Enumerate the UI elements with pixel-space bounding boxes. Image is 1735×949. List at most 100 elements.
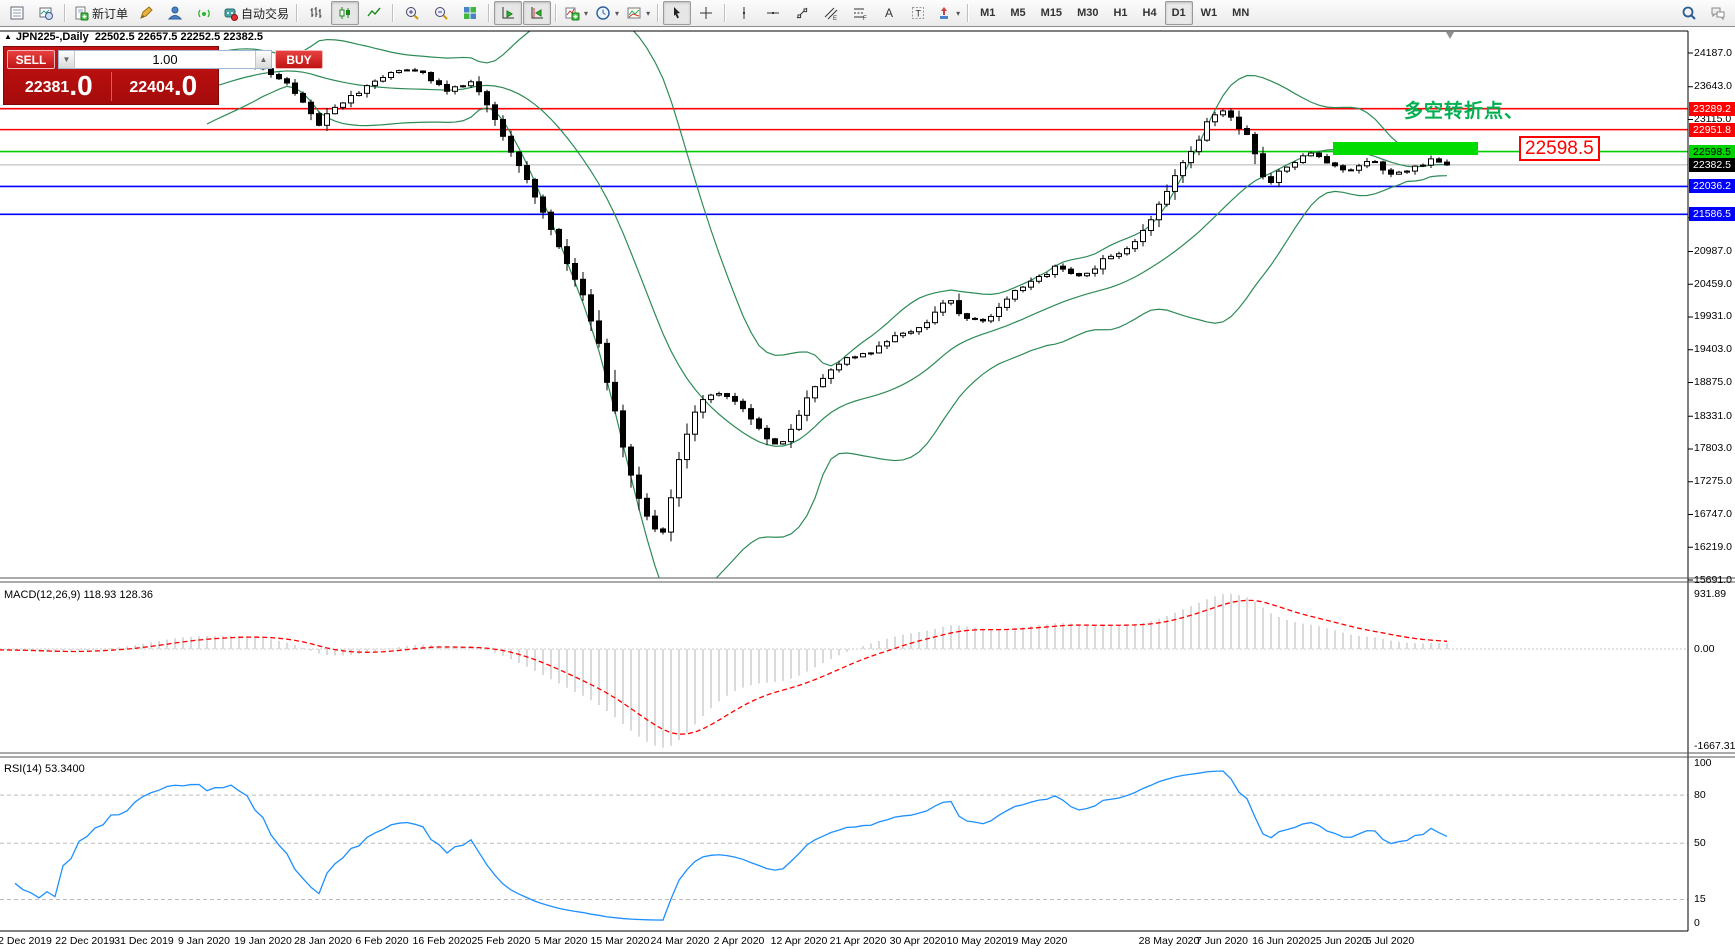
fibonacci-icon: F bbox=[852, 5, 868, 21]
chart-ohlc-values: 22502.5 22657.5 22252.5 22382.5 bbox=[95, 31, 263, 43]
auto-scroll-button[interactable] bbox=[494, 1, 522, 25]
rsi-indicator-label: RSI(14) 53.3400 bbox=[4, 763, 85, 775]
date-label: 6 Feb 2020 bbox=[355, 935, 408, 947]
price-axis-tick: 24187.0 bbox=[1694, 47, 1732, 59]
indicators-button[interactable]: ▾ bbox=[561, 1, 591, 25]
timeframe-button-M15[interactable]: M15 bbox=[1034, 1, 1069, 25]
arrows-button[interactable]: ▾ bbox=[933, 1, 963, 25]
periods-button[interactable]: ▾ bbox=[592, 1, 622, 25]
text-button[interactable]: A bbox=[875, 1, 903, 25]
chevron-down-icon: ▾ bbox=[584, 9, 588, 18]
date-label: 7 Jun 2020 bbox=[1196, 935, 1248, 947]
volume-increase-button[interactable]: ▲ bbox=[255, 51, 271, 68]
date-label: 15 Mar 2020 bbox=[591, 935, 650, 947]
templates-button[interactable]: ▾ bbox=[623, 1, 653, 25]
trendline-button[interactable] bbox=[788, 1, 816, 25]
price-line-badge: 23289.2 bbox=[1689, 102, 1735, 116]
date-label: 24 Mar 2020 bbox=[651, 935, 710, 947]
autotrading-button[interactable]: 自动交易 bbox=[219, 1, 292, 25]
equidistant-channel-icon: E bbox=[823, 5, 839, 21]
equidistant-channel-button[interactable]: E bbox=[817, 1, 845, 25]
svg-text:T: T bbox=[916, 9, 922, 19]
text-icon: A bbox=[881, 5, 897, 21]
timeframe-button-H1[interactable]: H1 bbox=[1106, 1, 1134, 25]
market-icon bbox=[167, 5, 183, 21]
price-axis-tick: 16219.0 bbox=[1694, 541, 1732, 553]
timeframe-button-D1[interactable]: D1 bbox=[1165, 1, 1193, 25]
fibonacci-button[interactable]: F bbox=[846, 1, 874, 25]
price-line-badge: 22951.8 bbox=[1689, 123, 1735, 137]
price-axis-tick: 23643.0 bbox=[1694, 80, 1732, 92]
chart-shift-icon bbox=[529, 5, 545, 21]
crosshair-button[interactable] bbox=[692, 1, 720, 25]
macd-axis-label: 0.00 bbox=[1694, 643, 1714, 655]
candles-chart-button[interactable] bbox=[331, 1, 359, 25]
zoom-in-button[interactable] bbox=[398, 1, 426, 25]
timeframe-button-M5[interactable]: M5 bbox=[1003, 1, 1032, 25]
new-order-icon bbox=[73, 5, 89, 21]
rsi-axis-label: 80 bbox=[1694, 789, 1706, 801]
price-axis-tick: 18875.0 bbox=[1694, 376, 1732, 388]
timeframe-button-W1[interactable]: W1 bbox=[1194, 1, 1225, 25]
toolbar-separator bbox=[296, 4, 298, 22]
rsi-axis-label: 50 bbox=[1694, 837, 1706, 849]
metaeditor-button[interactable] bbox=[132, 1, 160, 25]
bars-chart-button[interactable] bbox=[302, 1, 330, 25]
data-window-button[interactable] bbox=[3, 1, 31, 25]
green-zone-rectangle[interactable] bbox=[1333, 142, 1478, 155]
sell-button[interactable]: SELL bbox=[7, 50, 55, 69]
text-label-button[interactable]: T bbox=[904, 1, 932, 25]
candles-chart-icon bbox=[337, 5, 353, 21]
chart-shift-button[interactable] bbox=[523, 1, 551, 25]
line-chart-icon bbox=[366, 5, 382, 21]
toolbar-separator bbox=[392, 4, 394, 22]
volume-decrease-button[interactable]: ▼ bbox=[59, 51, 75, 68]
timeframe-button-H4[interactable]: H4 bbox=[1136, 1, 1164, 25]
timeframe-button-M1[interactable]: M1 bbox=[973, 1, 1002, 25]
date-label: 31 Dec 2019 bbox=[114, 935, 174, 947]
rsi-axis-label: 0 bbox=[1694, 917, 1700, 929]
date-label: 22 Dec 2019 bbox=[55, 935, 115, 947]
chevron-down-icon: ▾ bbox=[615, 9, 619, 18]
signals-button[interactable] bbox=[190, 1, 218, 25]
timeframe-button-MN[interactable]: MN bbox=[1225, 1, 1256, 25]
buy-button[interactable]: BUY bbox=[275, 50, 323, 69]
chart-symbol-label: JPN225-,Daily bbox=[16, 31, 89, 43]
price-axis-tick: 16747.0 bbox=[1694, 508, 1732, 520]
chat-button[interactable] bbox=[1704, 1, 1732, 25]
ask-price-fraction: .0 bbox=[174, 72, 197, 100]
cursor-button[interactable] bbox=[663, 1, 691, 25]
strategy-tester-button[interactable] bbox=[32, 1, 60, 25]
price-callout-label[interactable]: 22598.5 bbox=[1519, 136, 1600, 161]
market-button[interactable] bbox=[161, 1, 189, 25]
volume-input[interactable] bbox=[75, 51, 255, 68]
tile-windows-icon bbox=[462, 5, 478, 21]
date-label: 28 Jan 2020 bbox=[294, 935, 352, 947]
ask-price-main: 22404 bbox=[129, 75, 174, 100]
new-order-button[interactable]: 新订单 bbox=[70, 1, 131, 25]
vertical-line-button[interactable] bbox=[730, 1, 758, 25]
panel-collapse-arrow[interactable]: ▲ bbox=[4, 32, 12, 41]
price-chart[interactable] bbox=[0, 0, 1735, 949]
date-label: 2 Dec 2019 bbox=[0, 935, 52, 947]
date-label: 25 Jun 2020 bbox=[1310, 935, 1368, 947]
toolbar-separator bbox=[657, 4, 659, 22]
date-label: 28 May 2020 bbox=[1139, 935, 1200, 947]
timeframe-button-M30[interactable]: M30 bbox=[1070, 1, 1105, 25]
chevron-down-icon: ▾ bbox=[956, 9, 960, 18]
chart-annotation-text[interactable]: 多空转折点、 bbox=[1404, 96, 1524, 123]
arrows-icon bbox=[936, 5, 952, 21]
search-button[interactable] bbox=[1675, 1, 1703, 25]
tile-windows-button[interactable] bbox=[456, 1, 484, 25]
toolbar-separator bbox=[488, 4, 490, 22]
line-chart-button[interactable] bbox=[360, 1, 388, 25]
vertical-line-icon bbox=[736, 5, 752, 21]
zoom-out-button[interactable] bbox=[427, 1, 455, 25]
auto-scroll-icon bbox=[500, 5, 516, 21]
zoom-in-icon bbox=[404, 5, 420, 21]
horizontal-line-icon bbox=[765, 5, 781, 21]
price-axis-tick: 19931.0 bbox=[1694, 310, 1732, 322]
horizontal-line-button[interactable] bbox=[759, 1, 787, 25]
new-order-label: 新订单 bbox=[92, 5, 128, 22]
toolbar-separator bbox=[555, 4, 557, 22]
